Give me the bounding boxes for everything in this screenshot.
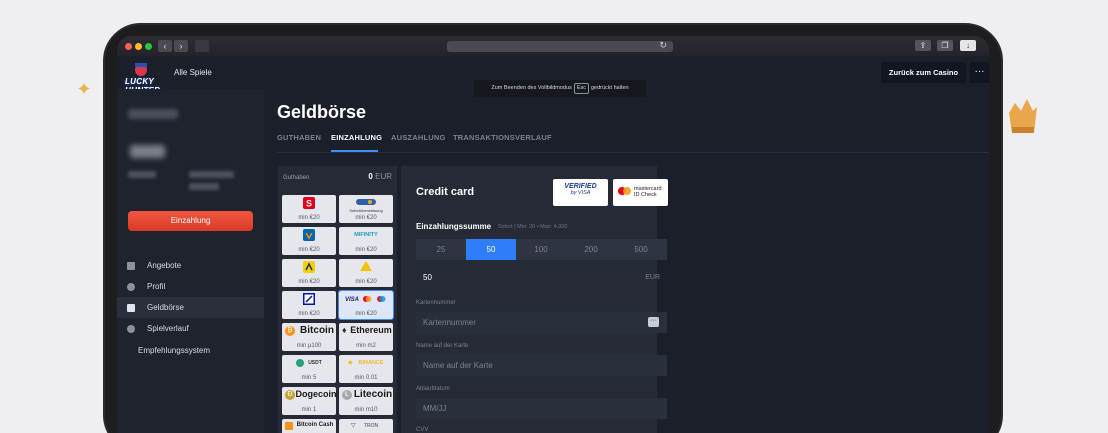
share-icon[interactable]: ⇪ — [915, 40, 931, 51]
more-options-button[interactable]: ··· — [970, 62, 989, 83]
amount-input[interactable]: 50 EUR — [416, 267, 667, 288]
payment-method-binance[interactable]: ◆ BINANCE min 0.01 — [339, 355, 393, 383]
amount-limits: Sofort | Min: 20 • Max: 4,000 — [498, 224, 568, 230]
cardholder-name-label: Name auf der Karte — [416, 343, 469, 349]
amount-option[interactable]: 500 — [616, 239, 666, 260]
cvv-label: CVV — [416, 427, 429, 433]
sidebar-item-profile[interactable]: Profil — [117, 276, 264, 297]
commerzbank-icon — [360, 261, 372, 271]
amount-option[interactable]: 100 — [516, 239, 566, 260]
sidebar-item-wallet[interactable]: Geldbörse — [117, 297, 264, 318]
balance-blurred — [130, 145, 165, 158]
browser-toolbar: ‹ › ↻ ⇪ ❐ ↓ — [117, 36, 989, 56]
sparkle-icon: ✦ — [76, 79, 92, 99]
payment-method-postbank[interactable]: min €20 — [282, 259, 336, 287]
payment-method-bitcoin-cash[interactable]: Bitcoin Cash — [282, 419, 336, 433]
close-window-button[interactable] — [125, 43, 132, 50]
tabs-divider — [277, 152, 989, 153]
visa-text: VISA — [345, 297, 359, 303]
form-title: Credit card — [416, 186, 475, 198]
fullscreen-hint: Zum Beenden des Vollbildmodus Esc gedrückt… — [474, 80, 646, 97]
forward-arrow-icon[interactable]: › — [174, 40, 188, 52]
payment-method-tron[interactable]: ▽ TRON — [339, 419, 393, 433]
card-number-field[interactable]: Kartennummer ··· — [416, 312, 667, 333]
address-bar[interactable]: ↻ — [447, 40, 673, 52]
amount-option-selected[interactable]: 50 — [466, 239, 516, 260]
tabs-icon[interactable]: ❐ — [937, 40, 953, 51]
payment-method-sofort[interactable]: Sofortüberweisung min €20 — [339, 195, 393, 223]
payment-method-sparkasse[interactable]: S min €20 — [282, 195, 336, 223]
sidebar-item-offers[interactable]: Angebote — [117, 255, 264, 276]
expiry-label: Ablaufdatum — [416, 386, 450, 392]
mastercard-id-check-badge: mastercard ID Check — [613, 179, 668, 206]
username-blurred — [128, 109, 178, 119]
cardholder-name-field[interactable]: Name auf der Karte — [416, 355, 667, 376]
reload-icon[interactable]: ↻ — [659, 40, 667, 51]
card-number-label: Kartennummer — [416, 300, 456, 306]
payment-method-mifinity[interactable]: MIFINITY min €20 — [339, 227, 393, 255]
main-content: Geldbörse GUTHABEN EINZAHLUNG AUSZAHLUNG… — [264, 89, 989, 433]
back-to-casino-button[interactable]: Zurück zum Casino — [881, 62, 966, 83]
back-arrow-icon[interactable]: ‹ — [158, 40, 172, 52]
verified-by-visa-badge: VERIFIED by VISA — [553, 179, 608, 206]
page-title: Geldbörse — [277, 102, 367, 122]
deposit-button[interactable]: Einzahlung — [128, 211, 253, 231]
card-brands-icon: VISA — [345, 296, 386, 303]
payment-method-bitcoin[interactable]: ₿ Bitcoin min µ100 — [282, 323, 336, 351]
payment-method-litecoin[interactable]: Ł Litecoin min m10 — [339, 387, 393, 415]
sidebar-item-referral[interactable]: Empfehlungssystem — [117, 340, 264, 361]
wallet-icon — [127, 304, 135, 312]
sidebar-item-label: Empfehlungssystem — [138, 346, 211, 355]
payment-method-volksbank[interactable]: min €20 — [282, 227, 336, 255]
payment-methods-list: Guthaben 0 EUR S min €20 Sofortüberweisu… — [278, 166, 397, 433]
deutsche-bank-icon — [303, 293, 315, 305]
downloads-icon[interactable]: ↓ — [960, 40, 976, 51]
minimize-window-button[interactable] — [135, 43, 142, 50]
browser-window: ‹ › ↻ ⇪ ❐ ↓ LUCKY HUNTER Alle Spiele Zur… — [117, 36, 989, 433]
payment-method-commerzbank[interactable]: min €20 — [339, 259, 393, 287]
sidebar: Einzahlung Angebote Profil Geldbörse Spi… — [117, 89, 264, 433]
profile-icon — [127, 283, 135, 291]
amount-presets: 25 50 100 200 500 — [416, 239, 667, 260]
sidebar-item-label: Geldbörse — [147, 303, 184, 312]
amount-option[interactable]: 200 — [566, 239, 616, 260]
all-games-link[interactable]: Alle Spiele — [174, 68, 212, 77]
sidebar-item-label: Spielverlauf — [147, 324, 189, 333]
stat-blurred — [189, 183, 219, 190]
svg-text:S: S — [306, 199, 312, 209]
history-icon — [127, 325, 135, 333]
amount-title: Einzahlungssumme — [416, 222, 492, 231]
amount-option[interactable]: 25 — [416, 239, 466, 260]
stat-blurred — [189, 171, 234, 178]
amount-currency: EUR — [645, 274, 660, 281]
maximize-window-button[interactable] — [145, 43, 152, 50]
crown-icon — [1009, 99, 1037, 133]
offers-icon — [127, 262, 135, 270]
postbank-icon — [303, 261, 315, 273]
tab-balance[interactable]: GUTHABEN — [277, 133, 321, 142]
sidebar-toggle-icon[interactable] — [195, 40, 209, 52]
payment-method-usdt[interactable]: USDT min 5 — [282, 355, 336, 383]
site-logo[interactable]: LUCKY HUNTER — [125, 61, 161, 95]
payment-method-dogecoin[interactable]: Ð Dogecoin min 1 — [282, 387, 337, 415]
tab-deposit[interactable]: EINZAHLUNG — [331, 133, 382, 142]
volksbank-icon — [303, 229, 315, 241]
payment-method-ethereum[interactable]: ♦ Ethereum min m2 — [339, 323, 393, 351]
payment-method-credit-card[interactable]: VISA min €20 — [338, 290, 394, 320]
balance-label: Guthaben — [283, 175, 310, 181]
sparkasse-icon: S — [303, 197, 315, 209]
tab-withdrawal[interactable]: AUSZAHLUNG — [391, 133, 446, 142]
credit-card-form: Credit card VERIFIED by VISA mastercard I… — [401, 166, 668, 433]
sidebar-item-label: Angebote — [147, 261, 182, 270]
sidebar-item-label: Profil — [147, 282, 166, 291]
sidebar-item-history[interactable]: Spielverlauf — [117, 318, 264, 339]
balance-value: 0 EUR — [368, 172, 392, 181]
payment-method-deutsche-bank[interactable]: min €20 — [282, 291, 336, 319]
card-autofill-icon[interactable]: ··· — [648, 317, 659, 327]
expiry-field[interactable]: MM/JJ — [416, 398, 667, 419]
tab-transactions[interactable]: TRANSAKTIONSVERLAUF — [453, 133, 552, 142]
stat-blurred — [128, 171, 156, 178]
